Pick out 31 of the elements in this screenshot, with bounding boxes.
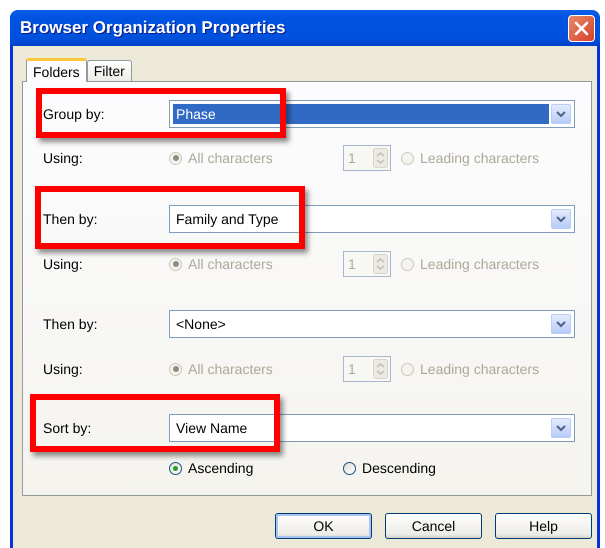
field-label: Using:	[43, 150, 83, 166]
chevron-down-icon	[556, 424, 566, 432]
dropdown-button[interactable]	[551, 104, 571, 124]
field-label: Then by:	[43, 316, 98, 332]
radio-button[interactable]	[169, 462, 182, 474]
dropdown-button[interactable]	[551, 418, 571, 438]
chevron-down-icon	[556, 110, 566, 118]
tab[interactable]: Filter	[86, 60, 132, 81]
window-title: Browser Organization Properties	[20, 18, 286, 38]
dropdown-field[interactable]: View Name	[169, 414, 575, 442]
field-label: Using:	[43, 256, 83, 272]
radio-button[interactable]	[343, 462, 356, 474]
field-label: Sort by:	[43, 420, 92, 436]
dialog-button[interactable]: Help	[495, 513, 592, 539]
dropdown-field[interactable]: Family and Type	[169, 205, 575, 233]
tab[interactable]: Folders	[26, 58, 87, 82]
dropdown-button[interactable]	[551, 314, 571, 334]
option-label[interactable]: Descending	[362, 460, 436, 476]
close-icon	[574, 20, 589, 36]
dropdown-field[interactable]: Phase	[169, 100, 575, 128]
field-label: Then by:	[43, 211, 98, 227]
chevron-down-icon	[556, 320, 566, 328]
dropdown-field[interactable]: <None>	[169, 310, 575, 338]
dialog-button[interactable]: OK	[275, 513, 372, 539]
dialog-button[interactable]: Cancel	[385, 513, 482, 539]
close-button[interactable]	[568, 14, 595, 42]
field-label: Using:	[43, 361, 83, 377]
dropdown-button[interactable]	[551, 209, 571, 229]
option-label[interactable]: Ascending	[188, 460, 254, 476]
chevron-down-icon	[556, 216, 566, 222]
field-label: Group by:	[43, 106, 104, 122]
